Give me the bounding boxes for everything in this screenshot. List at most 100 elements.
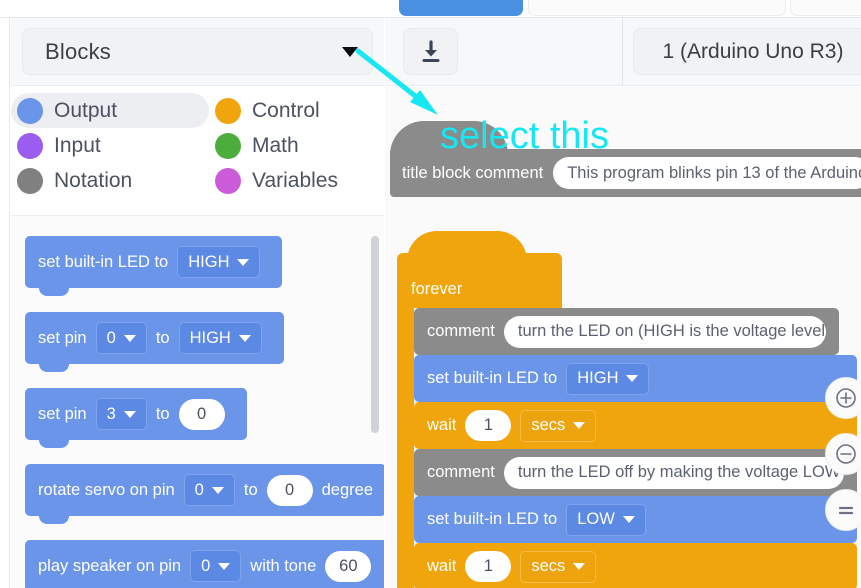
dropdown-value: 0 xyxy=(201,556,211,575)
block-wait-2[interactable]: wait 1 secs xyxy=(414,543,857,588)
block-label: set built-in LED to xyxy=(427,369,558,387)
category-color-dot xyxy=(17,97,43,124)
forever-arm xyxy=(397,308,414,588)
palette-block-rotate-servo[interactable]: rotate servo on pin 0 to 0 degree xyxy=(25,464,384,524)
board-select[interactable]: 1 (Arduino Uno R3) xyxy=(633,28,861,75)
block-label: set pin xyxy=(38,404,87,423)
chevron-down-icon xyxy=(342,46,358,57)
forever-block[interactable]: forever comment turn the LED on (HIGH is… xyxy=(397,231,857,588)
palette-block-play-speaker[interactable]: play speaker on pin 0 with tone 60 xyxy=(25,540,384,588)
zoom-out-button[interactable] xyxy=(825,433,861,475)
title-comment-input[interactable]: This program blinks pin 13 of the Arduin… xyxy=(553,157,861,189)
block-set-builtin-led-high[interactable]: set built-in LED to HIGH xyxy=(414,355,857,402)
zoom-reset-button[interactable] xyxy=(825,489,861,531)
block-notch xyxy=(39,516,69,524)
chevron-down-icon xyxy=(123,334,136,342)
palette-panel: Blocks Output Control Input Math Notatio… xyxy=(11,18,384,588)
number-input[interactable]: 60 xyxy=(325,550,372,582)
dropdown-value: secs xyxy=(531,416,566,434)
block-label: rotate servo on pin xyxy=(38,480,175,499)
block-label: set built-in LED to xyxy=(427,510,558,528)
category-math[interactable]: Math xyxy=(209,128,384,163)
dropdown-value: 0 xyxy=(106,328,116,347)
chevron-down-icon xyxy=(237,258,250,266)
dropdown-level[interactable]: HIGH xyxy=(178,322,262,354)
palette-header: Blocks xyxy=(11,18,384,86)
dropdown-pin[interactable]: 0 xyxy=(190,550,242,582)
dropdown-pin[interactable]: 0 xyxy=(183,474,235,506)
dropdown-level[interactable]: HIGH xyxy=(177,246,261,278)
number-input[interactable]: 1 xyxy=(465,410,512,441)
block-set-builtin-led-low[interactable]: set built-in LED to LOW xyxy=(414,496,857,543)
zoom-in-button[interactable] xyxy=(825,377,861,419)
title-block-label: title block comment xyxy=(402,163,544,182)
top-field-2[interactable] xyxy=(790,0,861,16)
block-comment-led-on[interactable]: comment turn the LED on (HIGH is the vol… xyxy=(414,308,839,355)
block-notch xyxy=(39,364,69,372)
dropdown-level[interactable]: HIGH xyxy=(566,362,650,395)
chevron-down-icon xyxy=(622,516,635,523)
toolbar-divider xyxy=(622,18,623,86)
block-label: wait xyxy=(427,416,457,434)
palette-block-set-pin-digital[interactable]: set pin 0 to HIGH xyxy=(25,312,284,372)
dropdown-level[interactable]: LOW xyxy=(566,503,646,536)
category-color-dot xyxy=(215,97,241,124)
palette-block-set-builtin-led[interactable]: set built-in LED to HIGH xyxy=(25,236,283,296)
top-primary-button[interactable] xyxy=(399,0,523,16)
category-label: Variables xyxy=(252,168,338,192)
dropdown-value: secs xyxy=(531,557,566,575)
block-wait-1[interactable]: wait 1 secs xyxy=(414,402,857,449)
block-label: to xyxy=(155,404,170,423)
top-field-1[interactable] xyxy=(528,0,786,16)
chevron-down-icon xyxy=(573,563,586,570)
left-rail xyxy=(0,18,10,588)
dropdown-time-unit[interactable]: secs xyxy=(520,550,597,583)
category-color-dot xyxy=(17,132,43,159)
chevron-down-icon xyxy=(573,422,586,429)
board-select-value: 1 (Arduino Uno R3) xyxy=(662,39,844,63)
download-icon xyxy=(422,39,439,62)
block-label: comment xyxy=(427,463,495,481)
chevron-down-icon xyxy=(218,562,231,570)
comment-input[interactable]: turn the LED off by making the voltage L… xyxy=(503,456,844,489)
category-variables[interactable]: Variables xyxy=(209,163,384,198)
app-root: Blocks Output Control Input Math Notatio… xyxy=(0,0,861,588)
mode-select[interactable]: Blocks xyxy=(22,28,373,75)
blocks-workspace[interactable]: title block comment This program blinks … xyxy=(385,87,861,588)
palette-canvas[interactable]: set built-in LED to HIGH set pin 0 to HI… xyxy=(11,216,384,588)
block-label: to xyxy=(155,328,170,347)
block-comment-led-off[interactable]: comment turn the LED off by making the v… xyxy=(414,449,857,496)
palette-scrollbar[interactable] xyxy=(371,236,379,433)
forever-label: forever xyxy=(411,280,463,298)
comment-input[interactable]: turn the LED on (HIGH is the voltage lev… xyxy=(503,315,826,348)
download-button[interactable] xyxy=(403,28,458,75)
number-input[interactable]: 0 xyxy=(266,474,313,506)
block-label: set built-in LED to xyxy=(38,252,169,271)
block-label: degree xyxy=(321,480,374,499)
dropdown-pin[interactable]: 0 xyxy=(95,322,147,354)
zoom-in-icon xyxy=(836,388,856,408)
chevron-down-icon xyxy=(123,410,136,418)
category-control[interactable]: Control xyxy=(209,93,384,128)
number-input[interactable]: 1 xyxy=(465,551,512,582)
number-input[interactable]: 0 xyxy=(178,398,225,430)
palette-block-set-pin-analog[interactable]: set pin 3 to 0 xyxy=(25,388,247,448)
zoom-reset-icon xyxy=(838,506,854,515)
category-notation[interactable]: Notation xyxy=(11,163,209,198)
category-label: Output xyxy=(54,98,118,122)
dropdown-value: 0 xyxy=(194,480,204,499)
category-label: Control xyxy=(252,98,320,122)
mode-select-value: Blocks xyxy=(45,38,111,64)
workspace-toolbar: 1 (Arduino Uno R3) xyxy=(385,18,861,86)
dropdown-value: 3 xyxy=(106,404,116,423)
block-label: set pin xyxy=(38,328,87,347)
forever-cap-shape xyxy=(407,231,527,261)
dropdown-time-unit[interactable]: secs xyxy=(520,409,597,442)
category-row: Input Math xyxy=(11,128,384,163)
block-label: wait xyxy=(427,557,457,575)
category-output[interactable]: Output xyxy=(11,93,209,128)
dropdown-pin[interactable]: 3 xyxy=(95,398,147,430)
category-input[interactable]: Input xyxy=(11,128,209,163)
category-row: Notation Variables xyxy=(11,163,384,198)
category-label: Input xyxy=(54,133,101,157)
